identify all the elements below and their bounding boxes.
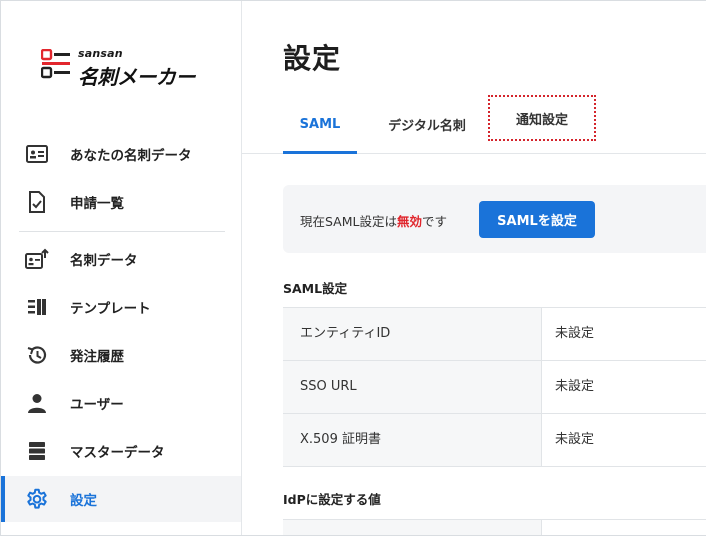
tab-saml[interactable]: SAML	[283, 96, 357, 154]
table-row	[283, 520, 706, 535]
sidebar-item-label: マスターデータ	[70, 445, 165, 461]
saml-section-title: SAML設定	[283, 281, 348, 296]
saml-status-panel: 現在SAML設定は無効です SAMLを設定	[283, 185, 706, 253]
sidebar-item-my-card-data[interactable]: あなたの名刺データ	[1, 131, 241, 177]
sidebar-item-label: あなたの名刺データ	[70, 148, 192, 164]
sidebar-item-label: テンプレート	[70, 301, 151, 317]
database-icon	[25, 440, 49, 462]
sidebar-item-label: 名刺データ	[70, 253, 138, 269]
page-title: 設定	[283, 42, 342, 75]
certificate-value: 未設定	[555, 432, 595, 447]
sidebar-item-settings[interactable]: 設定	[1, 476, 241, 522]
sidebar-item-label: 設定	[70, 493, 97, 509]
brand-main-text: 名刺メーカー	[78, 65, 196, 89]
sidebar-divider	[19, 231, 225, 232]
sidebar-item-master-data[interactable]: マスターデータ	[1, 428, 241, 474]
sidebar-item-templates[interactable]: テンプレート	[1, 284, 241, 330]
sso-url-label: SSO URL	[283, 361, 542, 413]
saml-status-text: 現在SAML設定は無効です	[300, 211, 447, 230]
id-card-icon	[25, 143, 49, 165]
configure-saml-button[interactable]: SAMLを設定	[479, 201, 595, 238]
sidebar-item-label: ユーザー	[70, 397, 124, 413]
sidebar-item-users[interactable]: ユーザー	[1, 380, 241, 426]
sidebar-item-requests[interactable]: 申請一覧	[1, 179, 241, 225]
gear-icon	[25, 488, 49, 510]
sidebar-item-label: 申請一覧	[70, 196, 124, 212]
table-row: SSO URL 未設定	[283, 361, 706, 414]
idp-values-table	[283, 519, 706, 535]
sidebar-item-card-data[interactable]: 名刺データ	[1, 236, 241, 282]
status-prefix: 現在SAML設定は	[300, 214, 397, 229]
history-icon	[25, 344, 49, 366]
tab-notification-settings[interactable]: 通知設定	[488, 95, 596, 141]
status-suffix: です	[421, 214, 447, 229]
table-row: X.509 証明書 未設定	[283, 414, 706, 467]
sidebar-item-label: 発注履歴	[70, 349, 124, 365]
status-badge: 無効	[396, 214, 422, 229]
brand-small-text: sansan	[78, 47, 123, 60]
certificate-label: X.509 証明書	[283, 414, 542, 466]
sidebar-item-order-history[interactable]: 発注履歴	[1, 332, 241, 378]
main-content: 設定 SAML デジタル名刺 通知設定 現在SAML設定は無効です SAMLを設…	[242, 1, 706, 535]
app-window: sansan 名刺メーカー あなたの名刺データ 申請一覧 名刺データ テンプレー…	[0, 0, 706, 536]
table-row: エンティティID 未設定	[283, 308, 706, 361]
user-icon	[25, 392, 49, 414]
entity-id-label: エンティティID	[283, 308, 542, 360]
idp-section-title: IdPに設定する値	[283, 492, 381, 507]
idp-row-label	[283, 520, 542, 535]
entity-id-value: 未設定	[555, 326, 595, 341]
tab-bar: SAML デジタル名刺 通知設定	[242, 95, 706, 154]
sansan-logo-icon	[41, 49, 70, 79]
sidebar: sansan 名刺メーカー あなたの名刺データ 申請一覧 名刺データ テンプレー…	[1, 1, 242, 535]
tab-digital-card[interactable]: デジタル名刺	[380, 96, 474, 153]
sso-url-value: 未設定	[555, 379, 595, 394]
template-icon	[25, 296, 49, 318]
saml-settings-table: エンティティID 未設定 SSO URL 未設定 X.509 証明書 未設定	[283, 307, 706, 467]
document-check-icon	[25, 191, 49, 213]
card-upload-icon	[25, 248, 49, 270]
